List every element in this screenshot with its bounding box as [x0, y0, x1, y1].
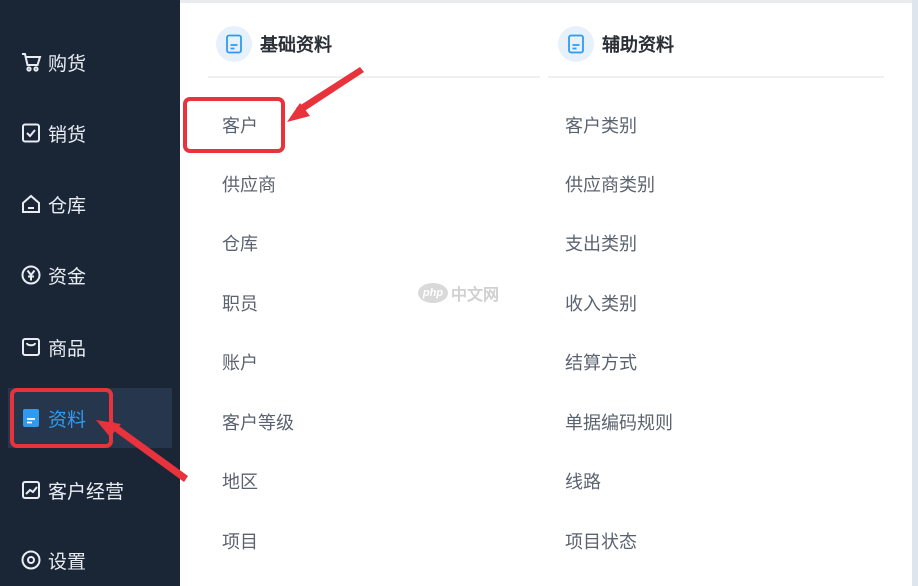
yuan-coin-icon: [20, 264, 42, 286]
auxiliary-data-title: 辅助资料: [602, 35, 674, 56]
sidebar-item-label: 销货: [48, 123, 87, 146]
document-icon: [558, 26, 594, 62]
sidebar-item-label: 资金: [48, 265, 87, 288]
sidebar-item-products[interactable]: 商品: [8, 317, 172, 377]
menu-item-staff[interactable]: 职员: [222, 290, 258, 320]
sidebar-item-label: 设置: [48, 550, 87, 573]
menu-item-project-status[interactable]: 项目状态: [565, 528, 637, 558]
menu-item-income-category[interactable]: 收入类别: [565, 290, 637, 320]
sidebar-item-funds[interactable]: 资金: [8, 245, 172, 305]
menu-item-project[interactable]: 项目: [222, 528, 258, 558]
cart-icon: [20, 51, 42, 73]
warehouse-icon: [20, 193, 42, 215]
menu-item-account[interactable]: 账户: [222, 349, 258, 379]
product-icon: [20, 336, 42, 358]
settings-icon: [20, 549, 42, 571]
sidebar-item-warehouse[interactable]: 仓库: [8, 174, 172, 234]
sidebar-item-settings[interactable]: 设置: [8, 530, 172, 586]
sidebar-item-label: 客户经营: [48, 480, 125, 503]
menu-item-warehouse[interactable]: 仓库: [222, 230, 258, 260]
watermark-text: 中文网: [451, 285, 500, 304]
menu-item-supplier-category[interactable]: 供应商类别: [565, 171, 655, 201]
auxiliary-data-header: 辅助资料: [558, 24, 674, 64]
watermark-logo: php: [418, 283, 448, 303]
sidebar-item-label: 商品: [48, 337, 87, 360]
menu-item-customer-level[interactable]: 客户等级: [222, 409, 294, 439]
sidebar-item-sales[interactable]: 销货: [8, 103, 172, 163]
sidebar-item-label: 仓库: [48, 194, 87, 217]
menu-item-expense-category[interactable]: 支出类别: [565, 230, 637, 260]
basic-data-header: 基础资料: [216, 24, 332, 64]
sidebar-item-label: 购货: [48, 52, 87, 75]
menu-item-document-numbering-rules[interactable]: 单据编码规则: [565, 409, 673, 439]
menu-item-route[interactable]: 线路: [565, 468, 601, 498]
divider: [548, 76, 884, 78]
sidebar-item-purchase[interactable]: 购货: [8, 32, 172, 92]
annotation-highlight-box: [10, 388, 113, 448]
panel-edge: [912, 0, 918, 586]
trend-chart-icon: [20, 479, 42, 501]
menu-item-region[interactable]: 地区: [222, 468, 258, 498]
menu-item-settlement-method[interactable]: 结算方式: [565, 349, 637, 379]
annotation-highlight-box: [183, 97, 285, 153]
sales-icon: [20, 122, 42, 144]
menu-item-supplier[interactable]: 供应商: [222, 171, 276, 201]
document-icon: [216, 26, 252, 62]
watermark: php 中文网: [418, 281, 499, 305]
data-menu-panel: [180, 0, 912, 586]
sidebar-item-customer-management[interactable]: 客户经营: [8, 460, 172, 520]
sidebar: 购货 销货 仓库 资金 商品 资料 客户经营 设置: [0, 0, 180, 586]
menu-item-customer-category[interactable]: 客户类别: [565, 112, 637, 142]
basic-data-title: 基础资料: [260, 35, 332, 56]
divider: [208, 76, 540, 78]
